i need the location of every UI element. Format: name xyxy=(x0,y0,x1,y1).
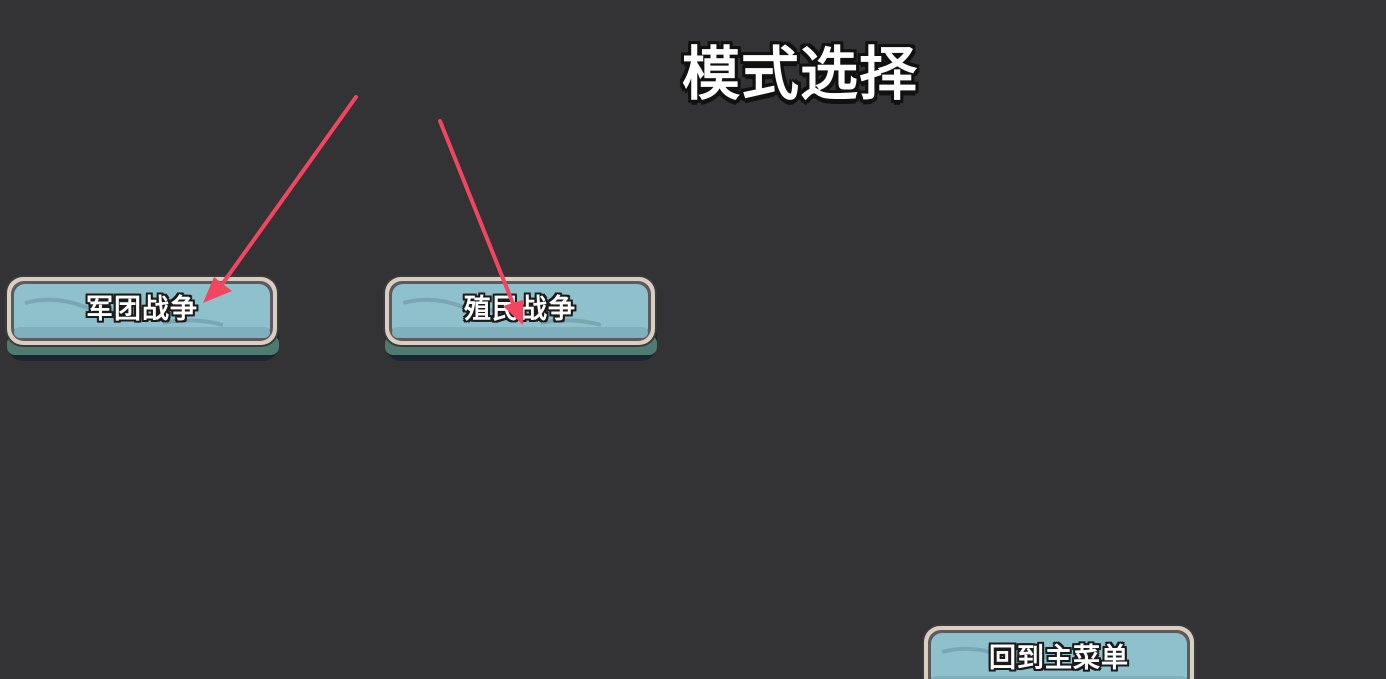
legion-war-button[interactable]: 军团战争 xyxy=(3,273,281,361)
legion-war-label: 军团战争 xyxy=(86,294,198,325)
colony-war-button[interactable]: 殖民战争 xyxy=(381,273,659,361)
back-to-main-menu-button[interactable]: 回到主菜单 xyxy=(920,622,1198,679)
page-title: 模式选择 xyxy=(681,40,918,108)
colony-war-label: 殖民战争 xyxy=(464,294,576,325)
game-screen: 模式选择 军团战争 殖民战争 回到主菜单 xyxy=(0,0,1386,679)
back-to-main-menu-label: 回到主菜单 xyxy=(989,643,1129,674)
